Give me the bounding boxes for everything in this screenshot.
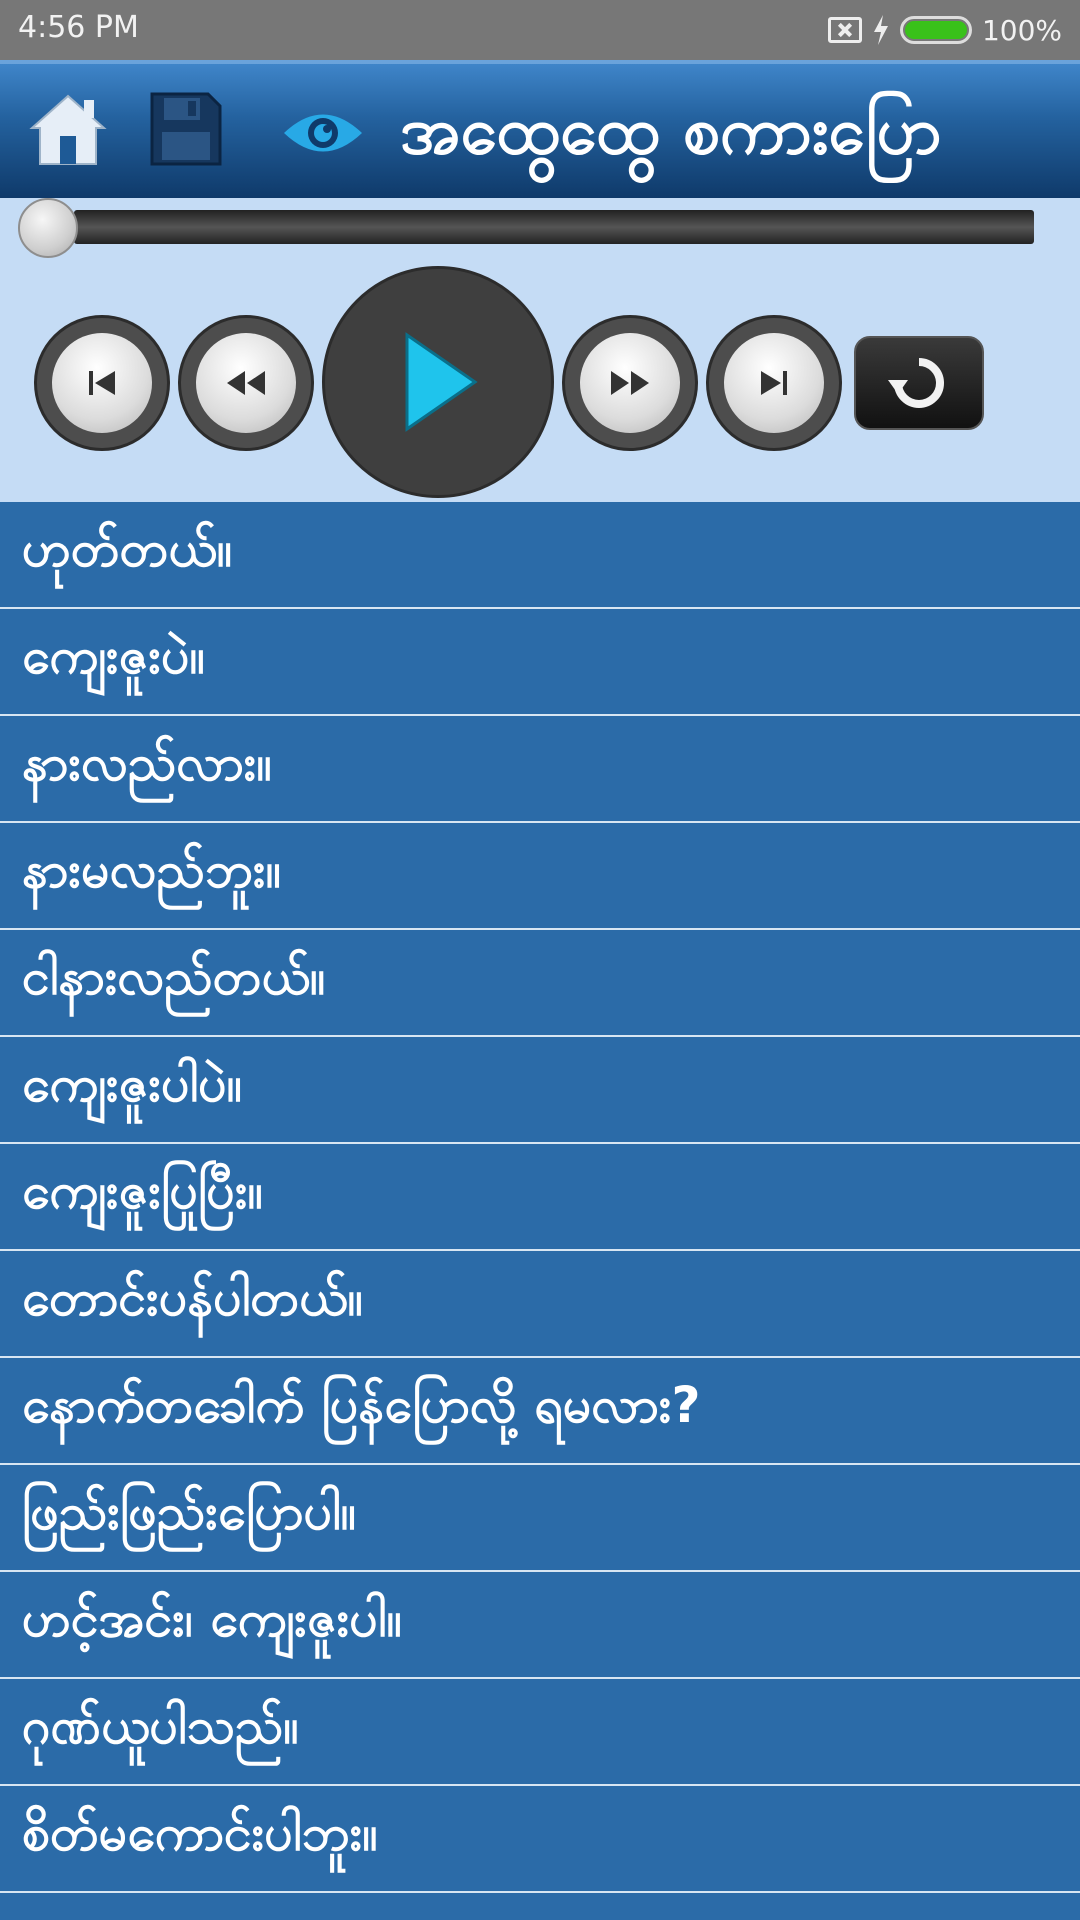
phrase-text: ဟင့်အင်း၊ ကျေးဇူးပါ။ — [22, 1590, 402, 1648]
fast-forward-icon — [611, 371, 649, 395]
phrase-list-item[interactable]: ဖြည်းဖြည်းပြောပါ။ — [0, 1465, 1080, 1572]
play-button[interactable] — [322, 266, 554, 498]
phrase-list-item[interactable]: နောက်တခေါက် ပြန်ပြောလို့ ရမလား? — [0, 1358, 1080, 1465]
phrase-text: ဖြည်းဖြည်းပြောပါ။ — [22, 1483, 356, 1541]
battery-icon — [899, 16, 972, 44]
phrase-text: တောင်းပန်ပါတယ်။ — [22, 1269, 363, 1327]
phrase-list: ဟုတ်တယ်။ကျေးဇူးပဲ။နားလည်လား။နားမလည်ဘူး။င… — [0, 502, 1080, 1893]
app-header: အထွေထွေ စကားပြော — [0, 60, 1080, 198]
phrase-list-item[interactable]: ငါနားလည်တယ်။ — [0, 930, 1080, 1037]
skip-next-button[interactable] — [706, 315, 842, 451]
charging-icon — [873, 15, 888, 45]
phrase-text: နားလည်လား။ — [22, 734, 272, 792]
phrase-list-item[interactable]: နားမလည်ဘူး။ — [0, 823, 1080, 930]
battery-fill — [904, 21, 967, 39]
audio-player — [0, 198, 1080, 502]
eye-icon[interactable] — [282, 106, 364, 160]
rewind-icon — [227, 371, 265, 395]
seek-thumb[interactable] — [18, 198, 78, 258]
no-sim-icon — [827, 17, 862, 43]
phrase-list-item[interactable]: ဟုတ်တယ်။ — [0, 502, 1080, 609]
home-icon[interactable] — [28, 92, 108, 168]
phrase-list-item[interactable]: နားလည်လား။ — [0, 716, 1080, 823]
phrase-list-item[interactable]: ကျေးဇူးပြုပြီး။ — [0, 1144, 1080, 1251]
phrase-list-item[interactable]: တောင်းပန်ပါတယ်။ — [0, 1251, 1080, 1358]
skip-previous-icon — [89, 371, 115, 395]
phrase-text: စိတ်မကောင်းပါဘူး။ — [22, 1804, 378, 1862]
status-icons: 100% — [827, 8, 1062, 52]
phrase-text: ကျေးဇူးပါပဲ။ — [22, 1055, 242, 1113]
skip-previous-button[interactable] — [34, 315, 170, 451]
rewind-button[interactable] — [178, 315, 314, 451]
battery-percent: 100% — [981, 13, 1062, 47]
phrase-text: ဟုတ်တယ်။ — [22, 520, 232, 578]
phrase-text: နောက်တခေါက် ပြန်ပြောလို့ ရမလား? — [22, 1376, 701, 1434]
status-bar: 4:56 PM 100% — [0, 0, 1080, 60]
repeat-icon — [888, 358, 944, 408]
save-icon[interactable] — [148, 90, 224, 168]
repeat-button[interactable] — [854, 336, 984, 430]
page-title: အထွေထွေ စကားပြော — [400, 92, 942, 169]
phrase-text: ငါနားလည်တယ်။ — [22, 948, 326, 1006]
phrase-list-item[interactable]: ဂုဏ်ယူပါသည်။ — [0, 1679, 1080, 1786]
skip-next-icon — [761, 371, 787, 395]
phrase-list-item[interactable]: ကျေးဇူးပဲ။ — [0, 609, 1080, 716]
phrase-list-item[interactable]: စိတ်မကောင်းပါဘူး။ — [0, 1786, 1080, 1893]
seek-bar[interactable] — [74, 210, 1034, 244]
fast-forward-button[interactable] — [562, 315, 698, 451]
phrase-list-item[interactable]: ဟင့်အင်း၊ ကျေးဇူးပါ။ — [0, 1572, 1080, 1679]
status-time: 4:56 PM — [18, 10, 139, 45]
phrase-text: ကျေးဇူးပြုပြီး။ — [22, 1162, 263, 1220]
phrase-text: ဂုဏ်ယူပါသည်။ — [22, 1697, 299, 1755]
phrase-text: နားမလည်ဘူး။ — [22, 841, 281, 899]
play-icon — [405, 332, 478, 432]
phrase-text: ကျေးဇူးပဲ။ — [22, 627, 205, 685]
phrase-list-item[interactable]: ကျေးဇူးပါပဲ။ — [0, 1037, 1080, 1144]
